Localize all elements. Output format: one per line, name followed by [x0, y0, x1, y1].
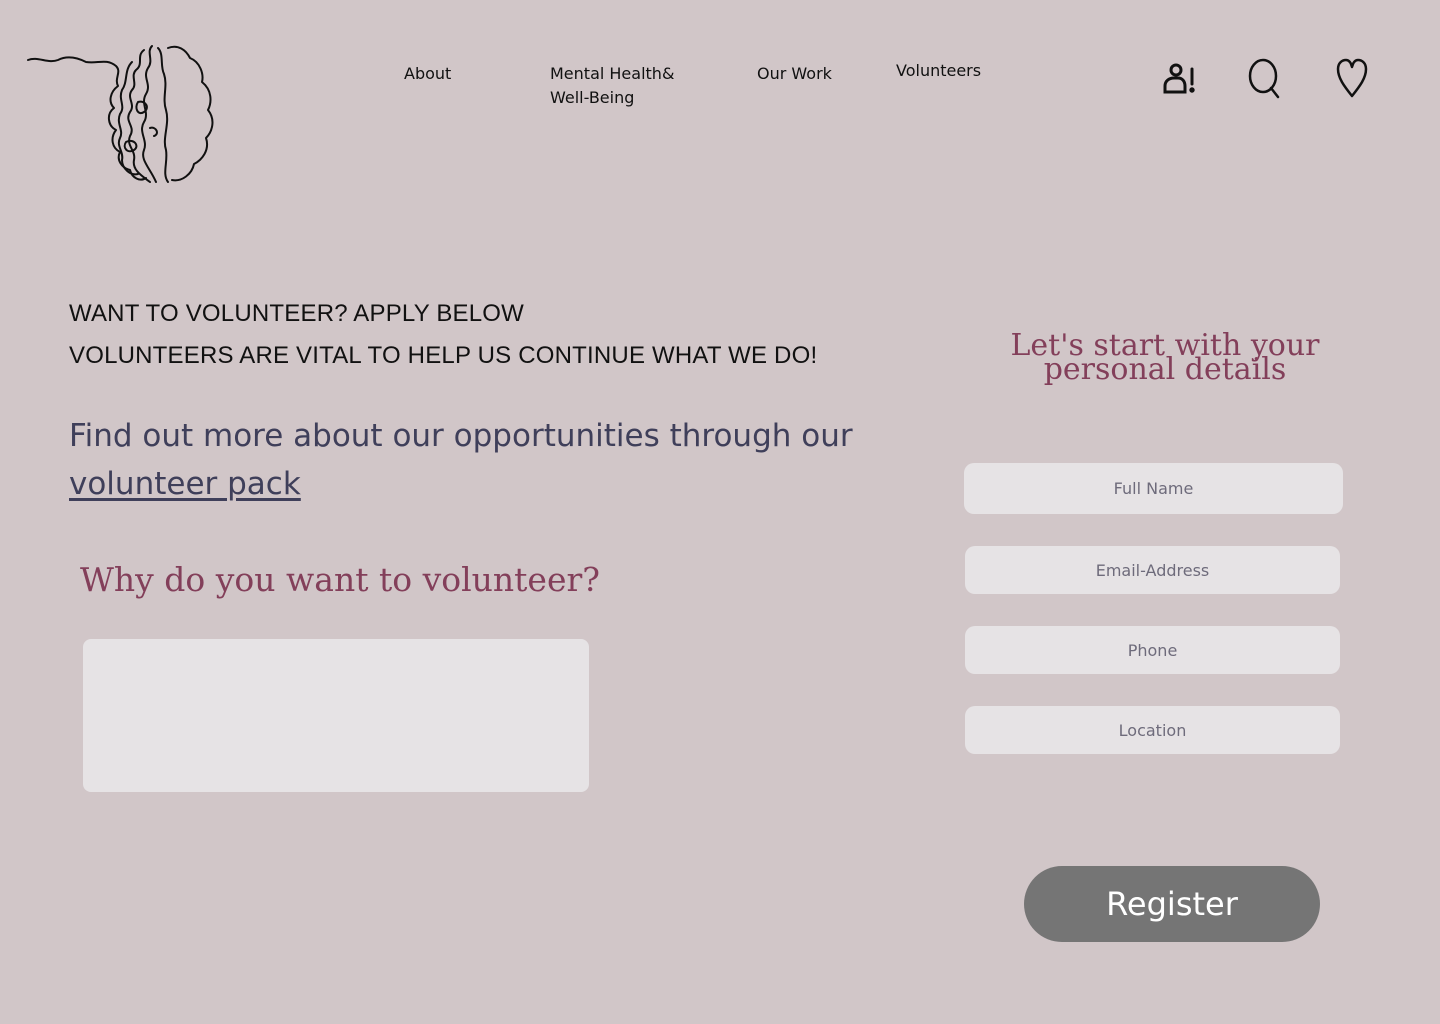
- heart-icon[interactable]: [1332, 56, 1372, 100]
- register-button[interactable]: Register: [1024, 866, 1320, 942]
- location-field[interactable]: [965, 706, 1340, 754]
- find-out-more-text: Find out more about our opportunities th…: [69, 412, 869, 508]
- intro-subheadline: VOLUNTEERS ARE VITAL TO HELP US CONTINUE…: [69, 342, 818, 369]
- nav-link-about[interactable]: About: [404, 62, 451, 86]
- intro-headline: WANT TO VOLUNTEER? APPLY BELOW: [69, 300, 525, 327]
- full-name-field[interactable]: [964, 463, 1343, 514]
- nav-link-mental-health[interactable]: Mental Health& Well-Being: [550, 62, 690, 110]
- user-alert-icon[interactable]: [1158, 56, 1198, 100]
- why-volunteer-heading: Why do you want to volunteer?: [80, 560, 600, 599]
- form-title: Let's start with your personal details: [1010, 328, 1320, 387]
- why-volunteer-textarea[interactable]: [83, 639, 589, 792]
- nav-link-volunteers[interactable]: Volunteers: [896, 59, 981, 83]
- phone-field[interactable]: [965, 626, 1340, 674]
- volunteer-pack-link[interactable]: volunteer pack: [69, 466, 301, 502]
- email-field[interactable]: [965, 546, 1340, 594]
- find-out-more-label: Find out more about our opportunities th…: [69, 418, 853, 454]
- search-icon[interactable]: [1244, 56, 1284, 100]
- nav-link-our-work[interactable]: Our Work: [757, 62, 832, 86]
- brain-line-art-icon[interactable]: [26, 42, 222, 188]
